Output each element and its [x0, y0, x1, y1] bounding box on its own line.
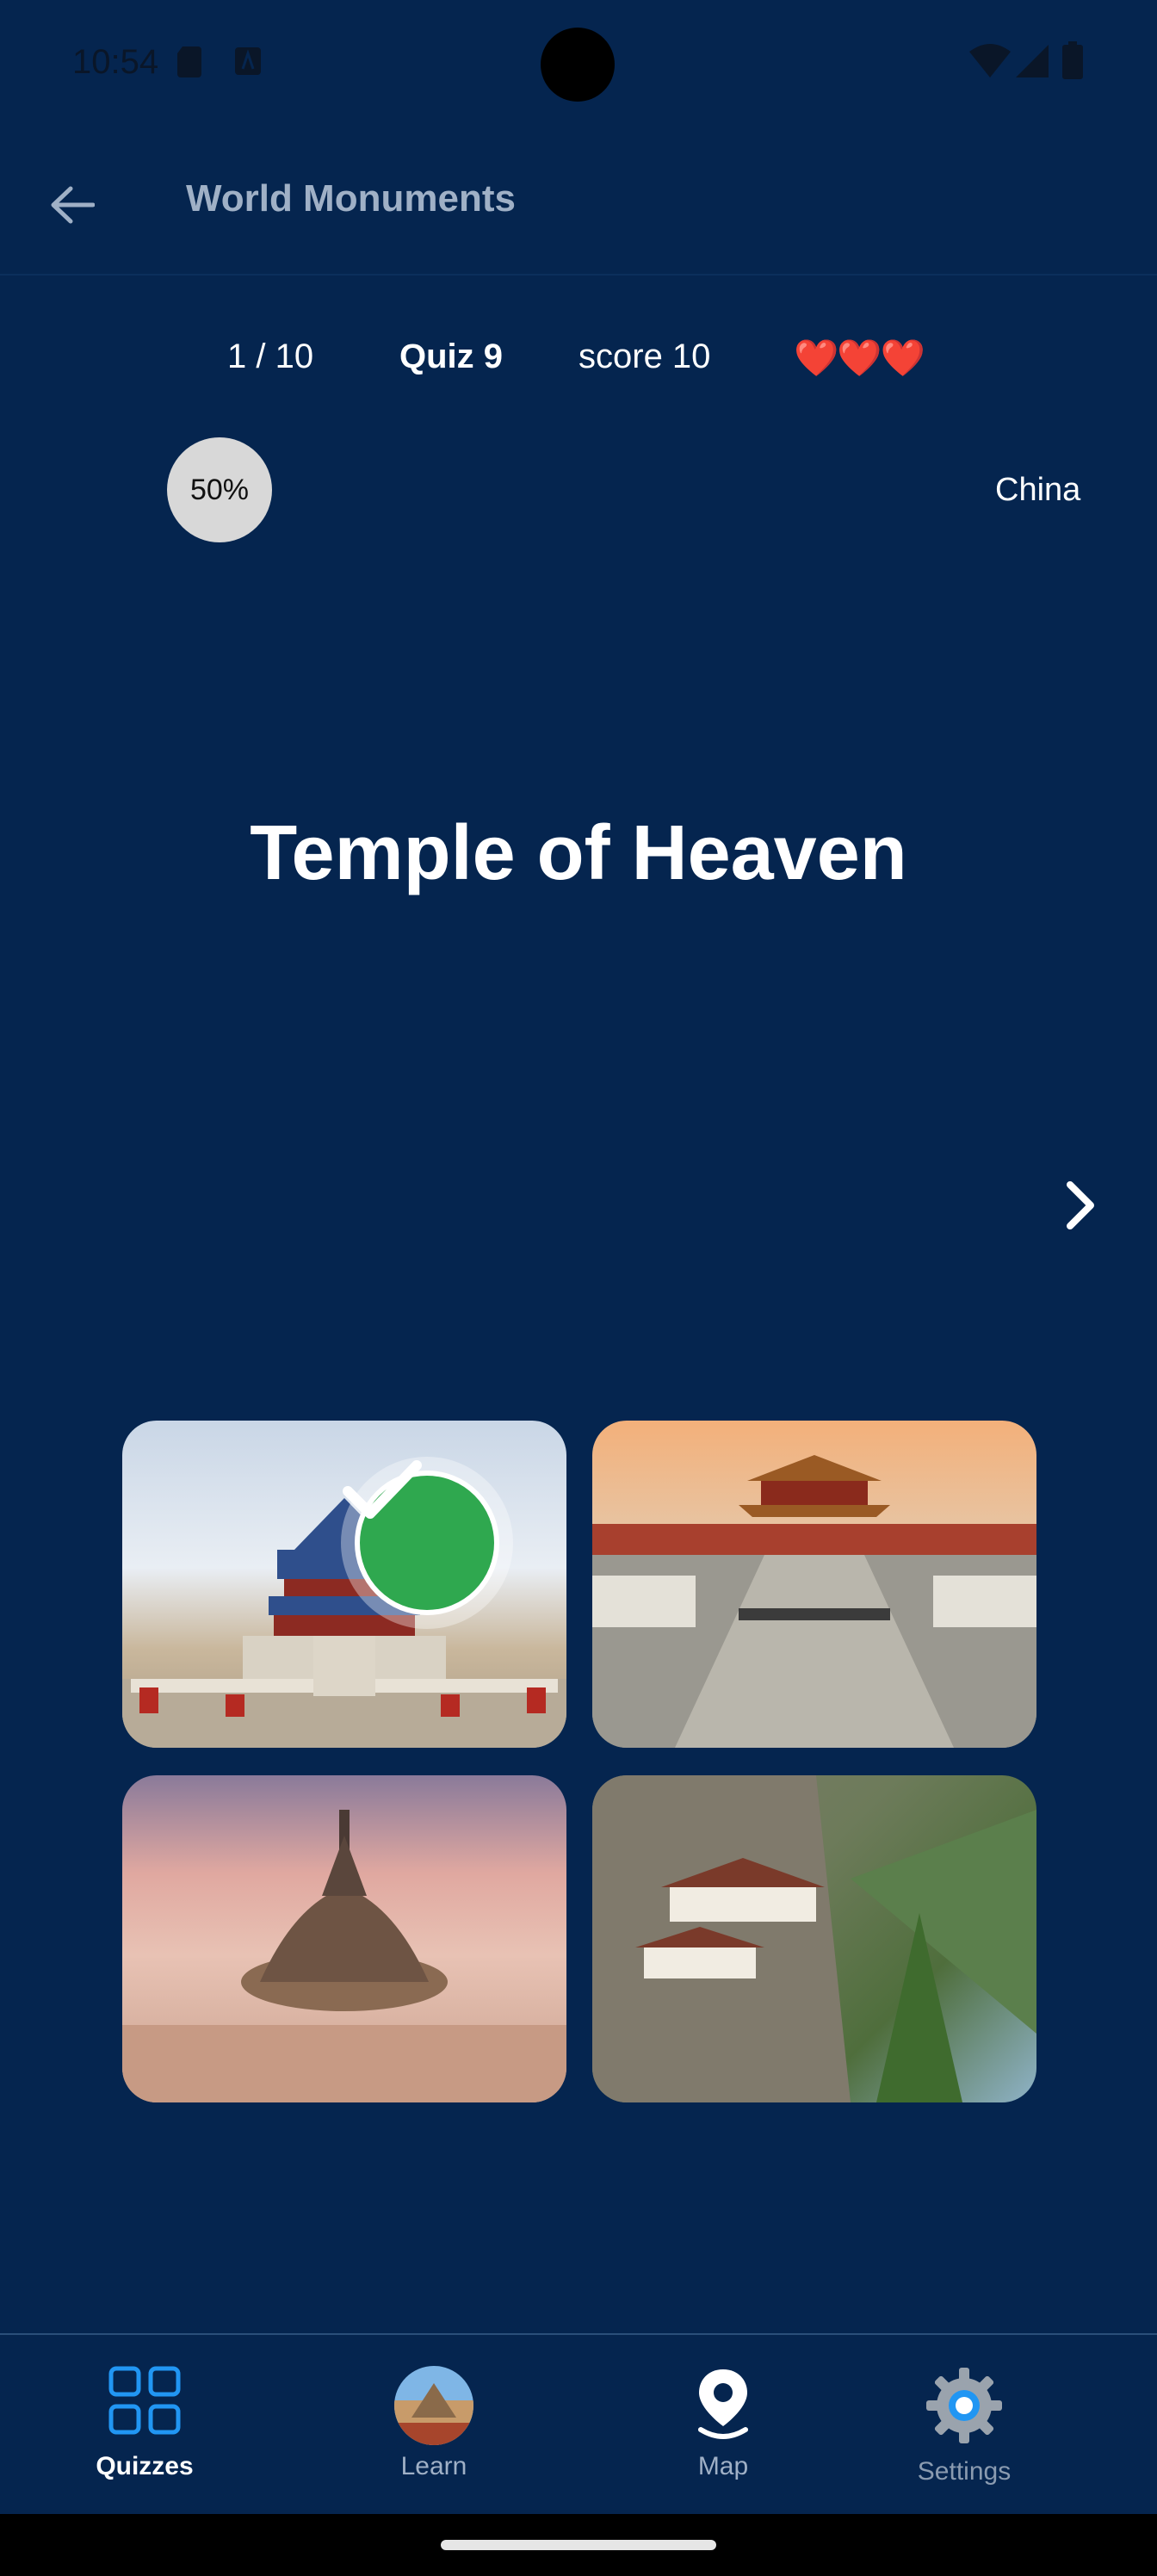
score-label: score 10	[578, 337, 711, 375]
map-pin-icon	[694, 2366, 752, 2446]
status-bar: 10:54	[0, 0, 1157, 129]
nav-label-learn: Learn	[400, 2452, 467, 2480]
question-title: Temple of Heaven	[250, 810, 907, 896]
correct-answer-badge	[341, 1457, 513, 1629]
wifi-icon	[969, 43, 1011, 82]
question-progress: 1 / 10	[227, 337, 314, 375]
nav-item-learn[interactable]: Learn	[348, 2335, 520, 2516]
nav-label-map: Map	[697, 2452, 749, 2480]
next-button[interactable]	[1050, 1171, 1111, 1240]
lives-hearts: ❤️❤️❤️	[794, 337, 925, 378]
mont-saint-michel-image	[122, 1810, 566, 2102]
chevron-right-icon	[1067, 1181, 1094, 1229]
page-title: World Monuments	[186, 177, 516, 220]
quiz-stats: 1 / 10 Quiz 9 score 10 ❤️❤️❤️	[0, 337, 1157, 389]
checkmark-icon	[343, 1460, 422, 1519]
app-bar: World Monuments	[0, 129, 1157, 276]
gear-icon	[925, 2366, 1004, 2449]
a-box-icon	[234, 46, 262, 80]
forbidden-city-image	[592, 1455, 1036, 1748]
grid-icon	[108, 2366, 181, 2439]
answer-option-mont-saint-michel[interactable]	[122, 1775, 566, 2102]
nav-item-settings[interactable]: Settings	[878, 2335, 1050, 2516]
status-time: 10:54	[72, 43, 159, 81]
country-label: China	[995, 472, 1081, 508]
camera-cutout	[541, 28, 615, 102]
learn-avatar-icon	[394, 2366, 473, 2449]
bottom-navigation: Quizzes Learn Map Settings	[0, 2333, 1157, 2514]
nav-label-settings: Settings	[917, 2457, 1012, 2486]
nav-item-map[interactable]: Map	[637, 2335, 809, 2516]
signal-icon	[1016, 45, 1049, 82]
quiz-label: Quiz 9	[399, 337, 504, 375]
tigers-nest-image	[592, 1775, 1036, 2102]
sd-card-icon	[177, 46, 201, 82]
percent-badge: 50%	[167, 437, 272, 542]
nav-item-quizzes[interactable]: Quizzes	[59, 2335, 231, 2516]
home-indicator[interactable]	[441, 2540, 716, 2550]
answer-option-forbidden-city[interactable]	[592, 1421, 1036, 1748]
battery-icon	[1062, 41, 1083, 84]
answer-option-temple-of-heaven[interactable]	[122, 1421, 566, 1748]
arrow-left-icon	[51, 186, 95, 224]
nav-label-quizzes: Quizzes	[96, 2452, 194, 2480]
answer-option-tigers-nest[interactable]	[592, 1775, 1036, 2102]
back-button[interactable]	[41, 174, 103, 236]
